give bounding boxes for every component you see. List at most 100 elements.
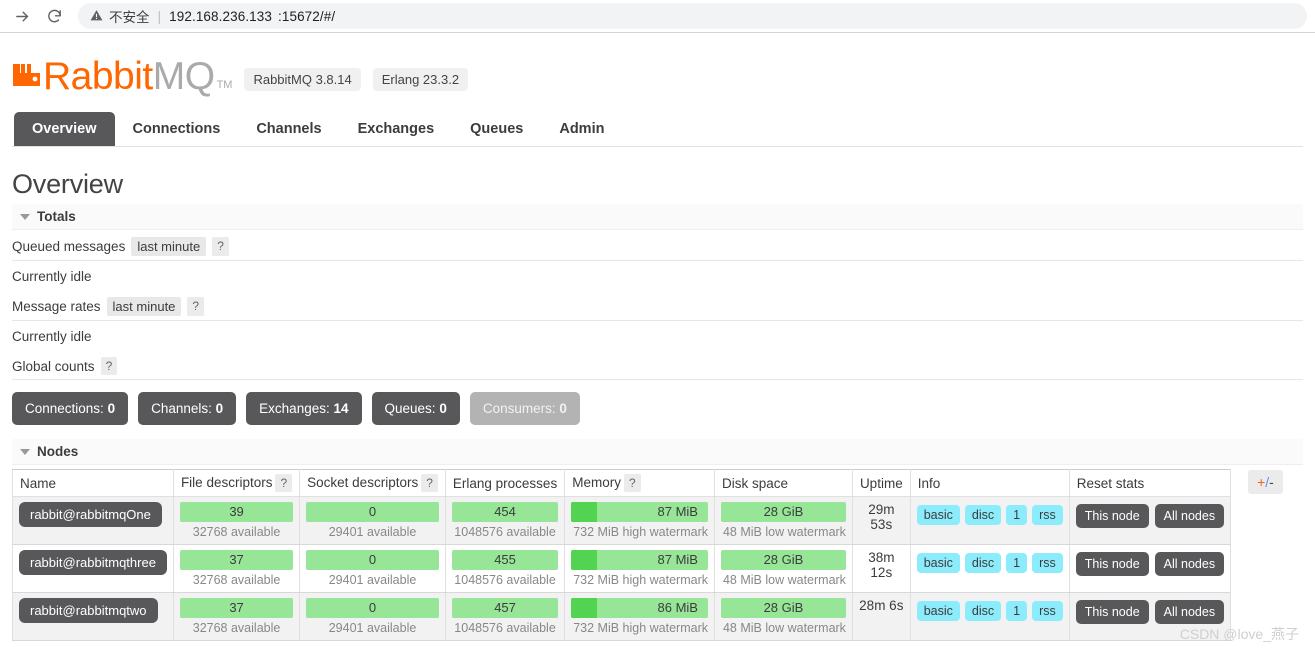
file-descriptors-bar: 37 <box>179 549 294 570</box>
reset-all-nodes-button[interactable]: All nodes <box>1154 503 1225 528</box>
memory-value: 87 MiB <box>657 504 698 520</box>
reset-stats-cell: This node All nodes <box>1068 544 1232 593</box>
node-name-badge[interactable]: rabbit@rabbitmqthree <box>19 549 167 575</box>
reset-this-node-button[interactable]: This node <box>1075 503 1149 528</box>
reload-icon[interactable] <box>40 2 68 30</box>
memory-value: 86 MiB <box>657 600 698 616</box>
reset-this-node-button[interactable]: This node <box>1075 599 1149 624</box>
logo-text-mq: MQ <box>152 55 215 98</box>
count-button-exchanges[interactable]: Exchanges: 14 <box>246 392 362 426</box>
file-descriptors-value: 37 <box>229 600 244 616</box>
column-header-erlang-processes[interactable]: Erlang processes <box>444 469 566 497</box>
memory-sub: 732 MiB high watermark <box>573 572 708 587</box>
info-badge-rss[interactable]: rss <box>1032 600 1063 621</box>
info-badge-group: basic disc 1 rss <box>916 550 1063 573</box>
node-name-badge[interactable]: rabbit@rabbitmqOne <box>19 501 162 527</box>
queued-messages-help-icon[interactable]: ? <box>212 237 229 256</box>
socket-descriptors-sub: 29401 available <box>328 620 417 635</box>
count-button-connections[interactable]: Connections: 0 <box>12 392 129 426</box>
count-button-channels[interactable]: Channels: 0 <box>138 392 237 426</box>
info-badge-count[interactable]: 1 <box>1006 600 1028 621</box>
tab-channels[interactable]: Channels <box>238 112 339 146</box>
erlang-processes-bar: 455 <box>451 549 559 570</box>
erlang-version-badge: Erlang 23.3.2 <box>372 68 469 91</box>
column-header-memory[interactable]: Memory? <box>564 469 715 497</box>
section-header-nodes[interactable]: Nodes <box>12 439 1303 466</box>
info-badge-basic[interactable]: basic <box>916 552 960 573</box>
file-descriptors-cell: 37 32768 available <box>172 544 301 593</box>
erlang-processes-value: 457 <box>494 600 516 616</box>
reset-all-nodes-button[interactable]: All nodes <box>1154 599 1225 624</box>
column-toggle-button[interactable]: +/- <box>1248 470 1283 495</box>
info-badge-rss[interactable]: rss <box>1032 504 1063 525</box>
disk-space-cell: 28 GiB 48 MiB low watermark <box>713 592 853 641</box>
section-header-totals[interactable]: Totals <box>12 204 1303 230</box>
info-badge-disc[interactable]: disc <box>964 504 1002 525</box>
disk-space-sub: 48 MiB low watermark <box>722 524 846 539</box>
memory-help-icon[interactable]: ? <box>623 474 641 493</box>
info-badge-basic[interactable]: basic <box>916 504 960 525</box>
file-descriptors-bar: 37 <box>179 597 294 618</box>
erlang-processes-sub: 1048576 available <box>454 572 556 587</box>
global-counts-help-icon[interactable]: ? <box>100 357 118 376</box>
info-badge-count[interactable]: 1 <box>1006 552 1028 573</box>
socket-descriptors-value: 0 <box>368 504 377 520</box>
tab-queues[interactable]: Queues <box>452 112 541 146</box>
tab-exchanges[interactable]: Exchanges <box>340 112 453 146</box>
warning-triangle-icon[interactable] <box>90 9 103 24</box>
count-button-consumers[interactable]: Consumers: 0 <box>469 392 580 426</box>
count-value-channels: 0 <box>215 401 224 417</box>
main-nav-tabs: Overview Connections Channels Exchanges … <box>12 112 1303 147</box>
socket-descriptors-help-icon[interactable]: ? <box>421 474 438 493</box>
erlang-processes-cell: 455 1048576 available <box>444 544 566 593</box>
queued-messages-period-select[interactable]: last minute <box>131 237 207 256</box>
file-descriptors-sub: 32768 available <box>192 572 281 587</box>
column-header-reset-stats[interactable]: Reset stats <box>1068 469 1232 497</box>
column-header-info[interactable]: Info <box>909 469 1070 497</box>
rabbitmq-logo[interactable]: Rabbit MQ TM <box>12 57 232 96</box>
reset-this-node-button[interactable]: This node <box>1075 551 1149 576</box>
column-header-uptime[interactable]: Uptime <box>851 469 911 497</box>
column-header-name[interactable]: Name <box>12 469 174 497</box>
erlang-processes-value: 454 <box>494 504 516 520</box>
page-title: Overview <box>12 169 123 199</box>
address-bar[interactable]: 不安全 | 192.168.236.133:15672/#/ <box>78 3 1307 29</box>
column-header-socket-descriptors[interactable]: Socket descriptors? <box>299 469 446 497</box>
info-badge-count[interactable]: 1 <box>1006 504 1028 525</box>
column-header-disk-space[interactable]: Disk space <box>713 469 853 497</box>
file-descriptors-help-icon[interactable]: ? <box>275 474 293 493</box>
count-label-queues: Queues: <box>384 401 436 417</box>
browser-toolbar: 不安全 | 192.168.236.133:15672/#/ <box>0 0 1315 33</box>
reset-stats-buttons: This node All nodes <box>1075 502 1225 528</box>
info-badge-basic[interactable]: basic <box>916 600 960 621</box>
forward-arrow-icon[interactable] <box>8 2 36 30</box>
reset-all-nodes-button[interactable]: All nodes <box>1154 551 1225 576</box>
info-badge-rss[interactable]: rss <box>1032 552 1063 573</box>
tab-admin[interactable]: Admin <box>541 112 622 146</box>
disk-space-bar: 28 GiB <box>720 597 846 618</box>
section-header-churn-statistics[interactable]: Churn statistics <box>12 641 1303 652</box>
message-rates-help-icon[interactable]: ? <box>187 297 205 316</box>
info-badge-disc[interactable]: disc <box>964 600 1002 621</box>
socket-descriptors-cell: 0 29401 available <box>299 592 446 641</box>
erlang-processes-sub: 1048576 available <box>454 524 556 539</box>
tab-overview[interactable]: Overview <box>14 112 115 146</box>
count-button-queues[interactable]: Queues: 0 <box>371 392 460 426</box>
tab-connections[interactable]: Connections <box>115 112 239 146</box>
erlang-processes-bar: 457 <box>451 597 559 618</box>
column-header-file-descriptors[interactable]: File descriptors? <box>172 469 301 497</box>
uptime-cell: 29m 53s <box>851 496 911 545</box>
logo-text-rabbit: Rabbit <box>43 55 153 98</box>
memory-bar-fill <box>571 549 598 570</box>
node-name-badge[interactable]: rabbit@rabbitmqtwo <box>19 597 158 623</box>
node-name-cell: rabbit@rabbitmqthree <box>12 544 174 593</box>
reset-stats-cell: This node All nodes <box>1068 496 1232 545</box>
count-value-queues: 0 <box>439 401 447 417</box>
disk-space-cell: 28 GiB 48 MiB low watermark <box>713 496 853 545</box>
memory-sub: 732 MiB high watermark <box>573 620 708 635</box>
memory-cell: 86 MiB 732 MiB high watermark <box>564 592 715 641</box>
memory-bar: 87 MiB <box>571 501 708 522</box>
info-badge-disc[interactable]: disc <box>964 552 1002 573</box>
message-rates-period-select[interactable]: last minute <box>106 297 182 316</box>
memory-value: 87 MiB <box>657 552 698 568</box>
